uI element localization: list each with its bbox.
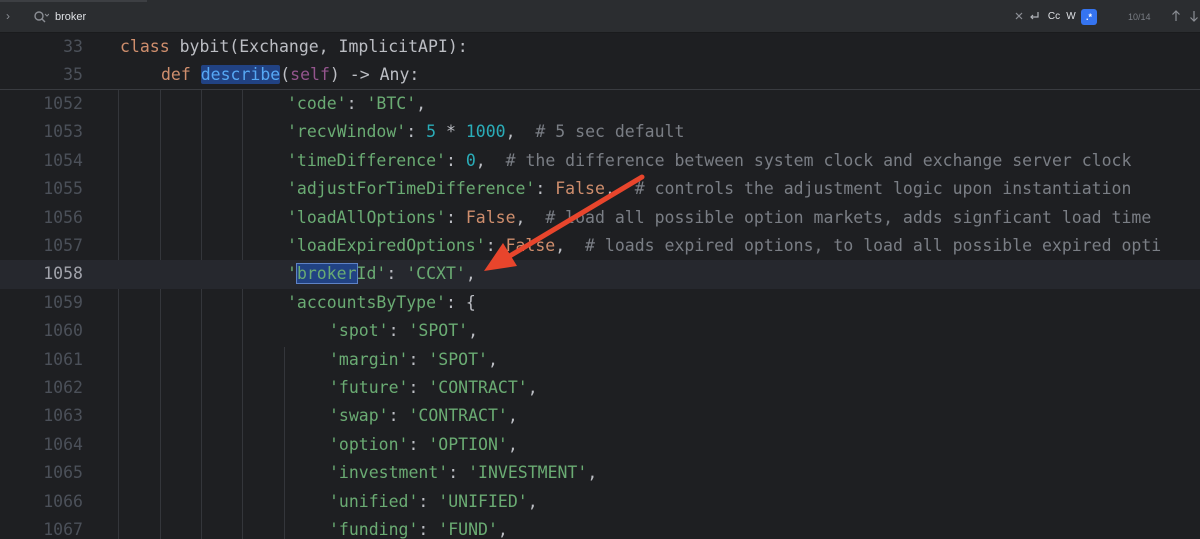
- arrow-down-icon[interactable]: [1188, 9, 1200, 23]
- code-line[interactable]: 1054 'timeDifference': 0, # the differen…: [0, 147, 1200, 175]
- line-number: 1065: [43, 463, 83, 483]
- code-line[interactable]: 1053 'recvWindow': 5 * 1000, # 5 sec def…: [0, 118, 1200, 146]
- new-line-icon[interactable]: [1028, 10, 1041, 22]
- code-line[interactable]: 1060 'spot': 'SPOT',: [0, 317, 1200, 345]
- line-number: 1063: [43, 406, 83, 426]
- search-icon[interactable]: [33, 10, 49, 24]
- line-number: 1054: [43, 150, 83, 170]
- line-number: 1062: [43, 378, 83, 397]
- code-line[interactable]: 1063 'swap': 'CONTRACT',: [0, 402, 1200, 430]
- code-line[interactable]: 1061 'margin': 'SPOT',: [0, 346, 1200, 374]
- line-number: 1064: [43, 434, 83, 454]
- line-number: 1067: [43, 520, 83, 539]
- sticky-scope-header: 33 class bybit(Exchange, ImplicitAPI): 3…: [0, 33, 1200, 90]
- code-line[interactable]: 1066 'unified': 'UNIFIED',: [0, 488, 1200, 516]
- find-bar-top-border: [0, 0, 147, 2]
- chevron-right-icon[interactable]: ›: [6, 9, 18, 23]
- sticky-line-class[interactable]: 33 class bybit(Exchange, ImplicitAPI):: [0, 33, 1200, 61]
- regex-button[interactable]: .*: [1081, 9, 1097, 25]
- whole-words-button[interactable]: W: [1064, 9, 1078, 25]
- match-case-button[interactable]: Cc: [1045, 9, 1063, 25]
- arrow-up-icon[interactable]: [1170, 9, 1182, 23]
- code-line[interactable]: 1065 'investment': 'INVESTMENT',: [0, 459, 1200, 487]
- line-number: 1061: [43, 349, 83, 369]
- clear-icon[interactable]: [1013, 10, 1025, 22]
- code-line[interactable]: 1067 'funding': 'FUND',: [0, 516, 1200, 539]
- line-number: 1059: [43, 292, 83, 312]
- line-number: 1066: [43, 491, 83, 511]
- search-input[interactable]: broker: [55, 10, 86, 24]
- line-number: 1057: [43, 236, 83, 255]
- code-line[interactable]: 1055 'adjustForTimeDifference': False, #…: [0, 175, 1200, 203]
- find-bar: › broker Cc W .* 10/14: [0, 0, 1200, 33]
- line-number: 1058: [43, 264, 83, 284]
- line-number: 33: [63, 37, 83, 56]
- code-line[interactable]: 1059 'accountsByType': {: [0, 289, 1200, 317]
- code-line[interactable]: 1062 'future': 'CONTRACT',: [0, 374, 1200, 402]
- line-number: 35: [63, 65, 83, 85]
- code-editor[interactable]: 33 class bybit(Exchange, ImplicitAPI): 3…: [0, 33, 1200, 539]
- sticky-line-def[interactable]: 35 def describe(self) -> Any:: [0, 61, 1200, 89]
- line-number: 1055: [43, 179, 83, 199]
- current-code-line[interactable]: 1058 'brokerId': 'CCXT',: [0, 260, 1200, 289]
- line-number: 1056: [43, 207, 83, 227]
- line-number: 1060: [43, 321, 83, 341]
- code-line[interactable]: 1057 'loadExpiredOptions': False, # load…: [0, 232, 1200, 260]
- match-count: 10/14: [1128, 12, 1151, 22]
- line-number: 1053: [43, 122, 83, 142]
- code-line[interactable]: 1056 'loadAllOptions': False, # load all…: [0, 204, 1200, 232]
- code-line[interactable]: 1064 'option': 'OPTION',: [0, 431, 1200, 459]
- line-number: 1052: [43, 94, 83, 113]
- search-match-highlight: broker: [295, 263, 358, 285]
- code-line[interactable]: 1052 'code': 'BTC',: [0, 90, 1200, 118]
